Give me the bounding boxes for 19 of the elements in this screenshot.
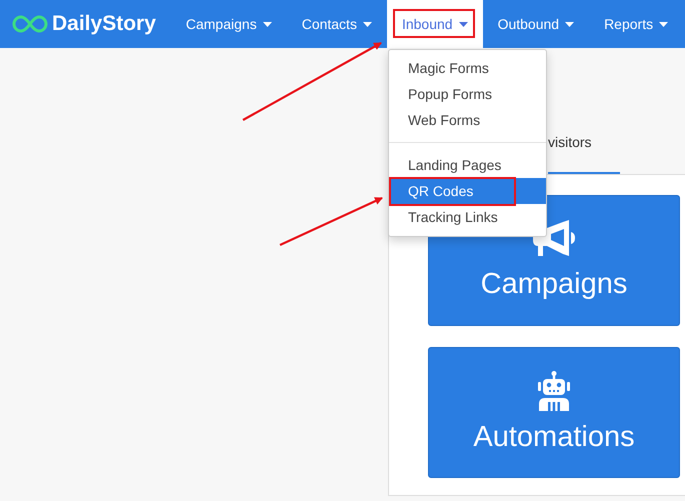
caret-icon — [262, 22, 272, 26]
caret-icon — [362, 22, 372, 26]
caret-icon — [565, 22, 574, 26]
caret-icon — [659, 22, 668, 26]
dropdown-item[interactable]: Popup Forms — [389, 81, 546, 107]
nav-menu-item[interactable]: Inbound — [386, 0, 483, 48]
caret-icon — [458, 22, 468, 26]
tile-button[interactable]: Automations — [428, 347, 680, 478]
robot-icon — [536, 371, 572, 411]
dropdown-item[interactable]: Web Forms — [389, 107, 546, 133]
nav-menu-item[interactable]: Campaigns — [170, 0, 287, 48]
dropdown-item[interactable]: Landing Pages — [389, 152, 546, 178]
logo-text[interactable]: DailyStory — [52, 12, 156, 36]
nav-menu-item[interactable]: Contacts — [286, 0, 387, 48]
logo-icon — [12, 14, 48, 34]
nav-menu-item[interactable]: Outbound — [482, 0, 590, 48]
dropdown-item[interactable]: QR Codes — [389, 178, 546, 204]
nav-menu-item[interactable]: Reports — [589, 0, 684, 48]
dropdown-item[interactable]: Magic Forms — [389, 55, 546, 81]
